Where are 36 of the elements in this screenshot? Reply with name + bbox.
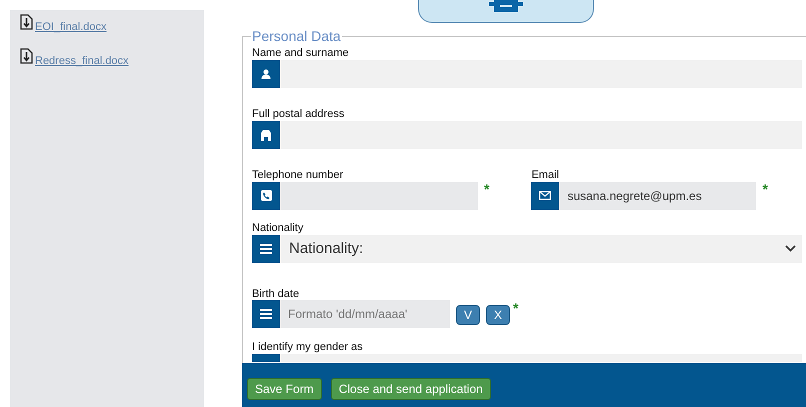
input-field[interactable] [280, 60, 802, 88]
mail-icon [539, 191, 552, 200]
building-icon [260, 128, 272, 141]
download-file-icon [20, 48, 33, 64]
download-file-icon [20, 14, 33, 30]
required-asterisk: * [484, 182, 490, 196]
chevron-down-icon [785, 245, 796, 252]
select-placeholder: Nationality: [289, 238, 364, 259]
input-field[interactable] [280, 182, 478, 210]
send-application-button[interactable]: Close and send application [330, 378, 491, 400]
menu-icon [260, 308, 272, 319]
required-asterisk: * [513, 300, 518, 315]
field-label: Full postal address [252, 108, 346, 121]
file-link[interactable]: EOI_final.docx [35, 19, 107, 36]
field-label: Name and surname [252, 46, 350, 60]
required-asterisk: * [762, 182, 768, 196]
select-dropdown[interactable] [280, 354, 802, 362]
menu-icon [260, 244, 272, 254]
field-label: I identify my gender as [252, 340, 364, 354]
select-dropdown[interactable]: Nationality: [280, 234, 802, 263]
field-label: Nationality [252, 222, 304, 235]
field-label: Email [531, 168, 560, 182]
section-legend: Personal Data [251, 26, 342, 47]
person-icon [261, 68, 271, 79]
file-link[interactable]: Redress_final.docx [35, 52, 129, 69]
input-field[interactable]: Formato 'dd/mm/aaaa' [280, 300, 450, 328]
top-tab[interactable] [418, 0, 594, 23]
field-label: Birth date [252, 288, 300, 301]
confirm-button[interactable]: V [456, 304, 480, 325]
save-form-button[interactable]: Save Form [247, 378, 322, 400]
input-field[interactable] [280, 120, 802, 149]
clear-button[interactable]: X [486, 304, 510, 325]
field-label: Telephone number [252, 168, 344, 182]
phone-icon [260, 190, 272, 202]
form-icon [489, 0, 523, 13]
input-field[interactable]: susana.negrete@upm.es [559, 182, 756, 210]
